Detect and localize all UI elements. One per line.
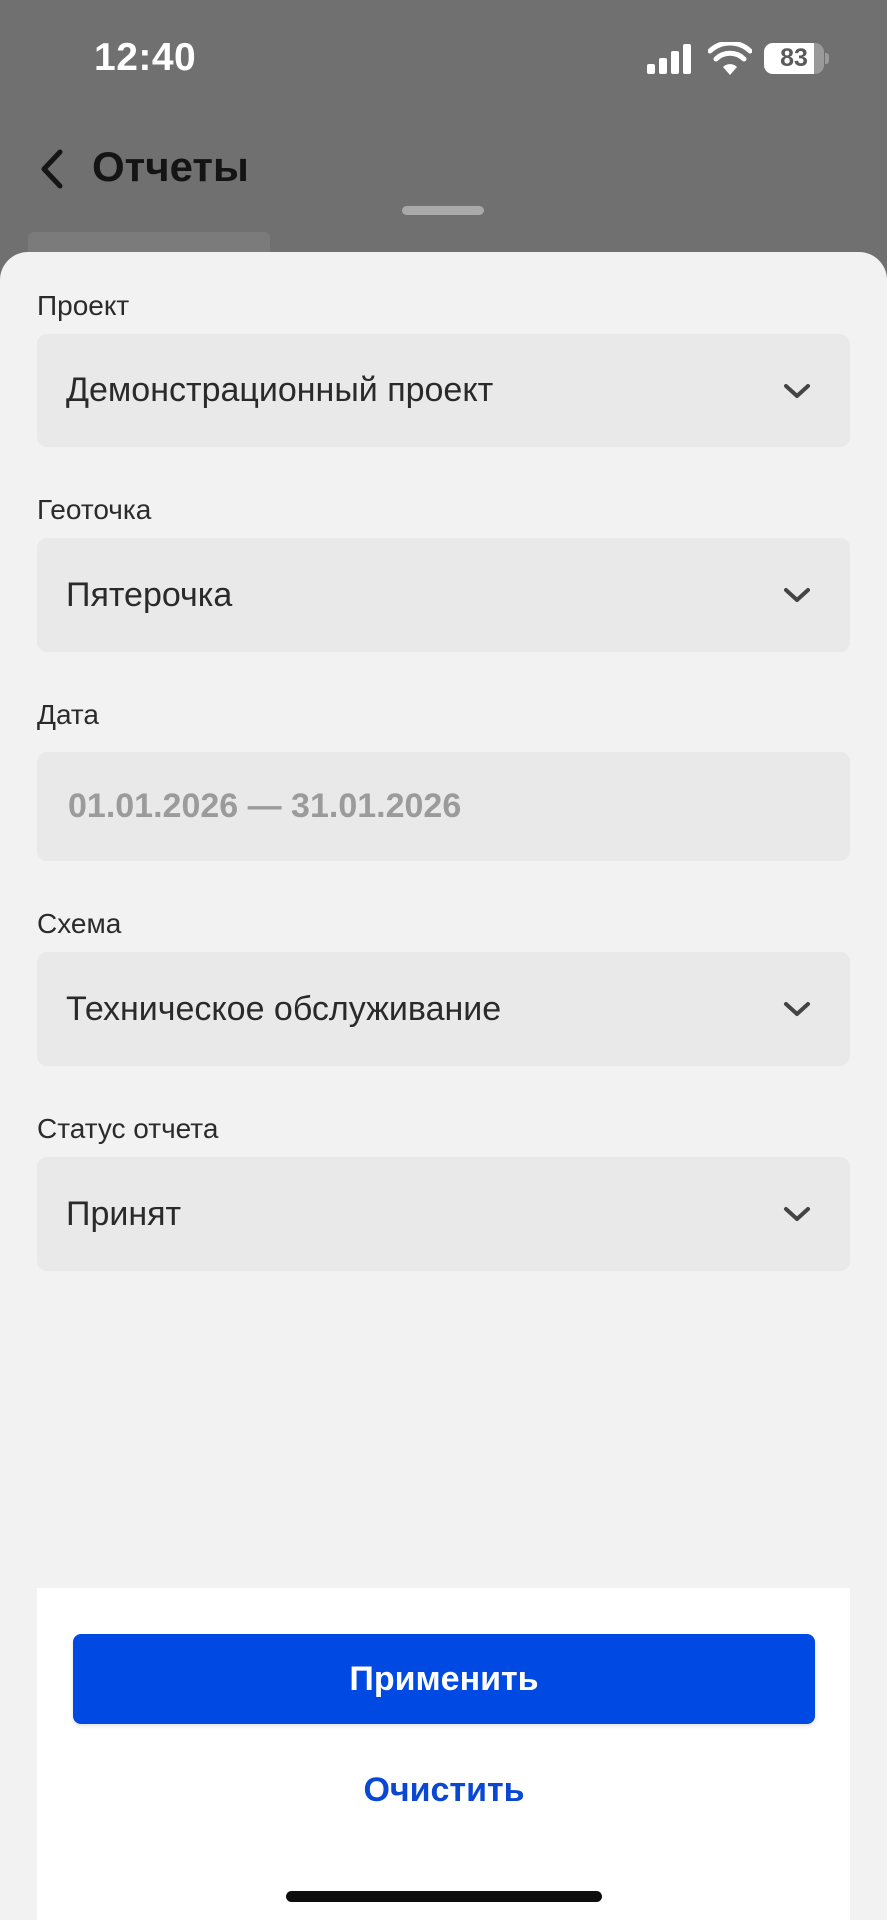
status-bar: 12:40 83 bbox=[0, 0, 887, 120]
date-range-field[interactable]: 01.01.2026 — 31.01.2026 bbox=[37, 752, 850, 861]
chevron-down-icon bbox=[784, 1207, 810, 1221]
project-label: Проект bbox=[37, 290, 130, 321]
apply-button[interactable]: Применить bbox=[73, 1634, 815, 1724]
scheme-value: Техническое обслуживание bbox=[66, 989, 502, 1028]
status-select[interactable]: Принят bbox=[37, 1157, 850, 1271]
action-panel: Применить Очистить bbox=[37, 1588, 850, 1920]
background-card bbox=[28, 232, 270, 252]
home-indicator[interactable] bbox=[286, 1891, 602, 1902]
clear-button[interactable]: Очистить bbox=[287, 1762, 601, 1818]
signal-icon bbox=[647, 44, 691, 74]
chevron-down-icon bbox=[784, 588, 810, 602]
scheme-label: Схема bbox=[37, 908, 122, 939]
battery-level: 83 bbox=[780, 44, 808, 72]
date-label: Дата bbox=[37, 699, 100, 730]
battery-icon: 83 bbox=[764, 43, 829, 74]
date-range-value: 01.01.2026 — 31.01.2026 bbox=[68, 787, 462, 825]
scheme-select[interactable]: Техническое обслуживание bbox=[37, 952, 850, 1066]
status-time: 12:40 bbox=[94, 36, 197, 79]
geopoint-select[interactable]: Пятерочка bbox=[37, 538, 850, 652]
geopoint-label: Геоточка bbox=[37, 494, 152, 525]
chevron-left-icon[interactable] bbox=[34, 146, 74, 192]
geopoint-value: Пятерочка bbox=[66, 575, 233, 614]
project-value: Демонстрационный проект bbox=[66, 371, 494, 409]
status-label: Статус отчета bbox=[37, 1113, 219, 1144]
chevron-down-icon bbox=[784, 383, 810, 398]
page-title: Отчеты bbox=[92, 143, 249, 190]
project-select[interactable]: Демонстрационный проект bbox=[37, 334, 850, 447]
chevron-down-icon bbox=[784, 1002, 810, 1016]
wifi-icon bbox=[708, 42, 752, 75]
status-value: Принят bbox=[66, 1194, 182, 1233]
sheet-grabber[interactable] bbox=[402, 206, 484, 215]
